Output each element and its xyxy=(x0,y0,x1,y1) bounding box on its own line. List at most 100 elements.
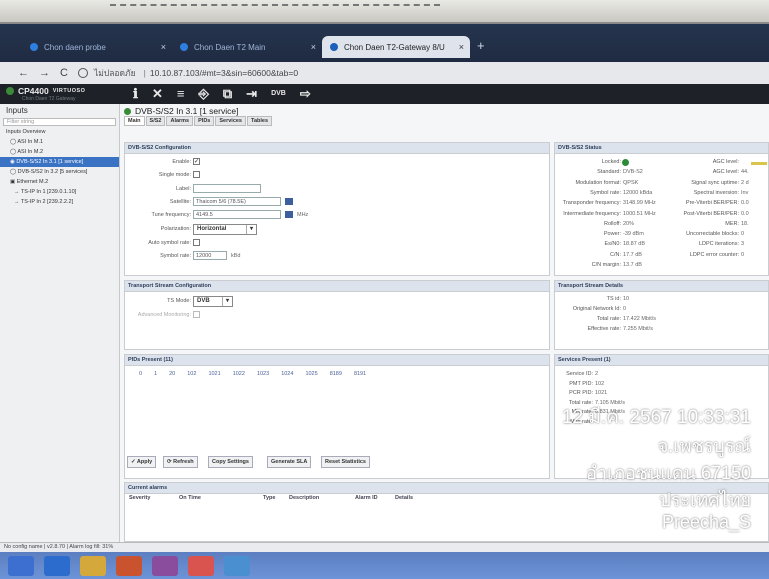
panel-header: PIDs Present (11) xyxy=(125,355,549,366)
pid-item[interactable]: 1025 xyxy=(305,371,317,377)
url-text[interactable]: 10.10.87.103/#mt=3&sin=60600&tab=0 xyxy=(150,68,298,78)
status-left-4-label: Transponder frequency: xyxy=(562,200,621,207)
pid-item[interactable]: 1023 xyxy=(257,371,269,377)
new-tab-button[interactable]: + xyxy=(477,38,485,53)
site-info-icon[interactable] xyxy=(77,68,88,78)
pid-item[interactable]: 8189 xyxy=(330,371,342,377)
pid-item[interactable]: 1 xyxy=(154,371,157,377)
tools-icon[interactable]: ✕ xyxy=(152,85,163,102)
alarm-col-type[interactable]: Type xyxy=(263,495,275,501)
app-icon[interactable] xyxy=(152,556,178,576)
pid-item[interactable]: 0 xyxy=(139,371,142,377)
alarm-col-severity[interactable]: Severity xyxy=(129,495,150,501)
status-right-2-label: Signal sync uptime: xyxy=(691,179,739,186)
tab-label: Chon Daen T2 Main xyxy=(194,42,266,52)
alarm-col-details[interactable]: Details xyxy=(395,495,413,501)
sidebar-item-asi-2[interactable]: ◯ ASI In M.2 xyxy=(0,147,119,157)
close-tab-icon[interactable]: × xyxy=(161,42,166,52)
pid-item[interactable]: 1024 xyxy=(281,371,293,377)
login-icon[interactable]: ⎆ xyxy=(198,85,208,102)
reset-statistics-button[interactable]: Reset Statistics xyxy=(321,456,370,468)
status-right-6-label: MER: xyxy=(725,220,739,227)
sidebar-item-overview[interactable]: Inputs Overview xyxy=(0,127,119,137)
status-right-1-value: 44. xyxy=(741,169,749,176)
sidebar-item-ethernet[interactable]: ▣ Ethernet M.2 xyxy=(0,177,119,187)
tab-s-s2[interactable]: S/S2 xyxy=(145,116,166,126)
start-button-icon[interactable] xyxy=(8,556,34,576)
status-left-9-value: 17.7 dB xyxy=(623,251,642,258)
generate-sla-button[interactable]: Generate SLA xyxy=(267,456,312,468)
status-left-7-value: -39 dBm xyxy=(623,231,644,238)
pid-item[interactable]: 1021 xyxy=(208,371,220,377)
pid-item[interactable]: 8191 xyxy=(354,371,366,377)
forward-button[interactable]: → xyxy=(39,67,50,79)
service-1-value: 102 xyxy=(595,380,605,387)
back-button[interactable]: ← xyxy=(18,67,29,79)
file-explorer-icon[interactable] xyxy=(80,556,106,576)
label-input[interactable] xyxy=(193,184,261,193)
sidebar-item-tsip-1[interactable]: → TS-IP In 1 [239.0.1.10] xyxy=(0,187,119,197)
tab-tables[interactable]: Tables xyxy=(247,116,273,126)
panel-header: DVB-S/S2 Configuration xyxy=(125,143,549,154)
polarization-label: Polarization: xyxy=(160,226,191,232)
sidebar-item-asi-1[interactable]: ◯ ASI In M.1 xyxy=(0,137,119,147)
single-mode-checkbox[interactable] xyxy=(193,171,200,178)
pid-item[interactable]: 102 xyxy=(187,371,196,377)
main-tabs: Main S/S2 Alarms PIDs Services Tables xyxy=(124,116,273,126)
frequency-picker-icon[interactable] xyxy=(285,211,293,218)
brand: CP4400 VIRTUOSO xyxy=(6,86,85,96)
auto-symbol-rate-checkbox[interactable] xyxy=(193,239,200,246)
info-icon[interactable]: ℹ xyxy=(133,85,138,102)
pid-item[interactable]: 1022 xyxy=(233,371,245,377)
refresh-button[interactable]: ⟳ Refresh xyxy=(163,456,198,468)
advanced-monitoring-checkbox[interactable] xyxy=(193,311,200,318)
edge-browser-icon[interactable] xyxy=(44,556,70,576)
status-left-5-label: Intermediate frequency: xyxy=(563,210,621,217)
browser-tab-gateway[interactable]: Chon Daen T2-Gateway 8/U × xyxy=(322,36,470,58)
sidebar-item-tsip-2[interactable]: → TS-IP In 2 [239.2.2.2] xyxy=(0,197,119,207)
close-tab-icon[interactable]: × xyxy=(311,42,316,52)
pid-item[interactable]: 20 xyxy=(169,371,175,377)
sidebar-item-dvbs-3-2[interactable]: ◯ DVB-S/S2 In 3.2 [5 services] xyxy=(0,167,119,177)
alarm-col-on-time[interactable]: On Time xyxy=(179,495,201,501)
sidebar-item-dvbs-3-1[interactable]: ◉ DVB-S/S2 In 3.1 [1 service] xyxy=(0,157,119,167)
network-icon[interactable]: ⧉ xyxy=(223,85,232,102)
tab-pids[interactable]: PIDs xyxy=(194,116,215,126)
logout-icon[interactable]: ⇨ xyxy=(300,85,311,102)
close-tab-icon[interactable]: × xyxy=(459,42,464,52)
output-icon[interactable]: ⇥ xyxy=(246,85,257,102)
chrome-taskbar-icon[interactable] xyxy=(188,556,214,576)
satellite-picker-icon[interactable] xyxy=(285,198,293,205)
ts-mode-select[interactable]: DVB ▾ xyxy=(193,296,233,307)
dvb-status-panel: DVB-S/S2 Status Locked: Standard: DVB-S2 Mo… xyxy=(554,142,769,276)
status-left-0-label: Locked: xyxy=(601,159,621,165)
apply-button[interactable]: ✓ Apply xyxy=(127,456,157,468)
enable-checkbox[interactable]: ✓ xyxy=(193,158,200,165)
browser-tab-main[interactable]: Chon Daen T2 Main × xyxy=(172,36,322,58)
status-right-3-value: Inv xyxy=(741,189,749,196)
copy-settings-button[interactable]: Copy Settings xyxy=(208,456,253,468)
filter-input[interactable]: Filter string xyxy=(3,118,116,126)
browser-tab-probe[interactable]: Chon daen probe × xyxy=(22,36,172,58)
symbol-rate-input[interactable]: 12000 xyxy=(193,251,227,260)
app-icon[interactable] xyxy=(224,556,250,576)
status-right-8-label: LDPC iterations: xyxy=(698,241,739,248)
tab-services[interactable]: Services xyxy=(215,116,246,126)
status-left-6-label: Rolloff: xyxy=(603,220,621,227)
page-title-text: DVB-S/S2 In 3.1 [1 service] xyxy=(135,106,239,116)
panel-header: Transport Stream Details xyxy=(555,281,768,292)
polarization-select[interactable]: Horizontal ▾ xyxy=(193,224,257,235)
tune-frequency-input[interactable]: 4149.5 xyxy=(193,210,281,219)
dvb-icon[interactable]: DVB xyxy=(271,85,286,102)
tab-main[interactable]: Main xyxy=(124,116,145,126)
app-toolbar: ℹ ✕ ≡ ⎆ ⧉ ⇥ DVB ⇨ xyxy=(133,85,311,102)
panel-header: Services Present (1) xyxy=(555,355,768,366)
server-icon[interactable]: ≡ xyxy=(177,85,185,102)
media-app-icon[interactable] xyxy=(116,556,142,576)
satellite-field[interactable]: Thaicom 5/6 (78.5E) xyxy=(193,197,281,206)
alarm-col-alarm-id[interactable]: Alarm ID xyxy=(355,495,378,501)
tab-alarms[interactable]: Alarms xyxy=(166,116,194,126)
url-field[interactable]: ไม่ปลอดภัย | 10.10.87.103/#mt=3&sin=6060… xyxy=(77,66,298,80)
alarm-col-description[interactable]: Description xyxy=(289,495,319,501)
reload-button[interactable]: C xyxy=(60,67,68,79)
